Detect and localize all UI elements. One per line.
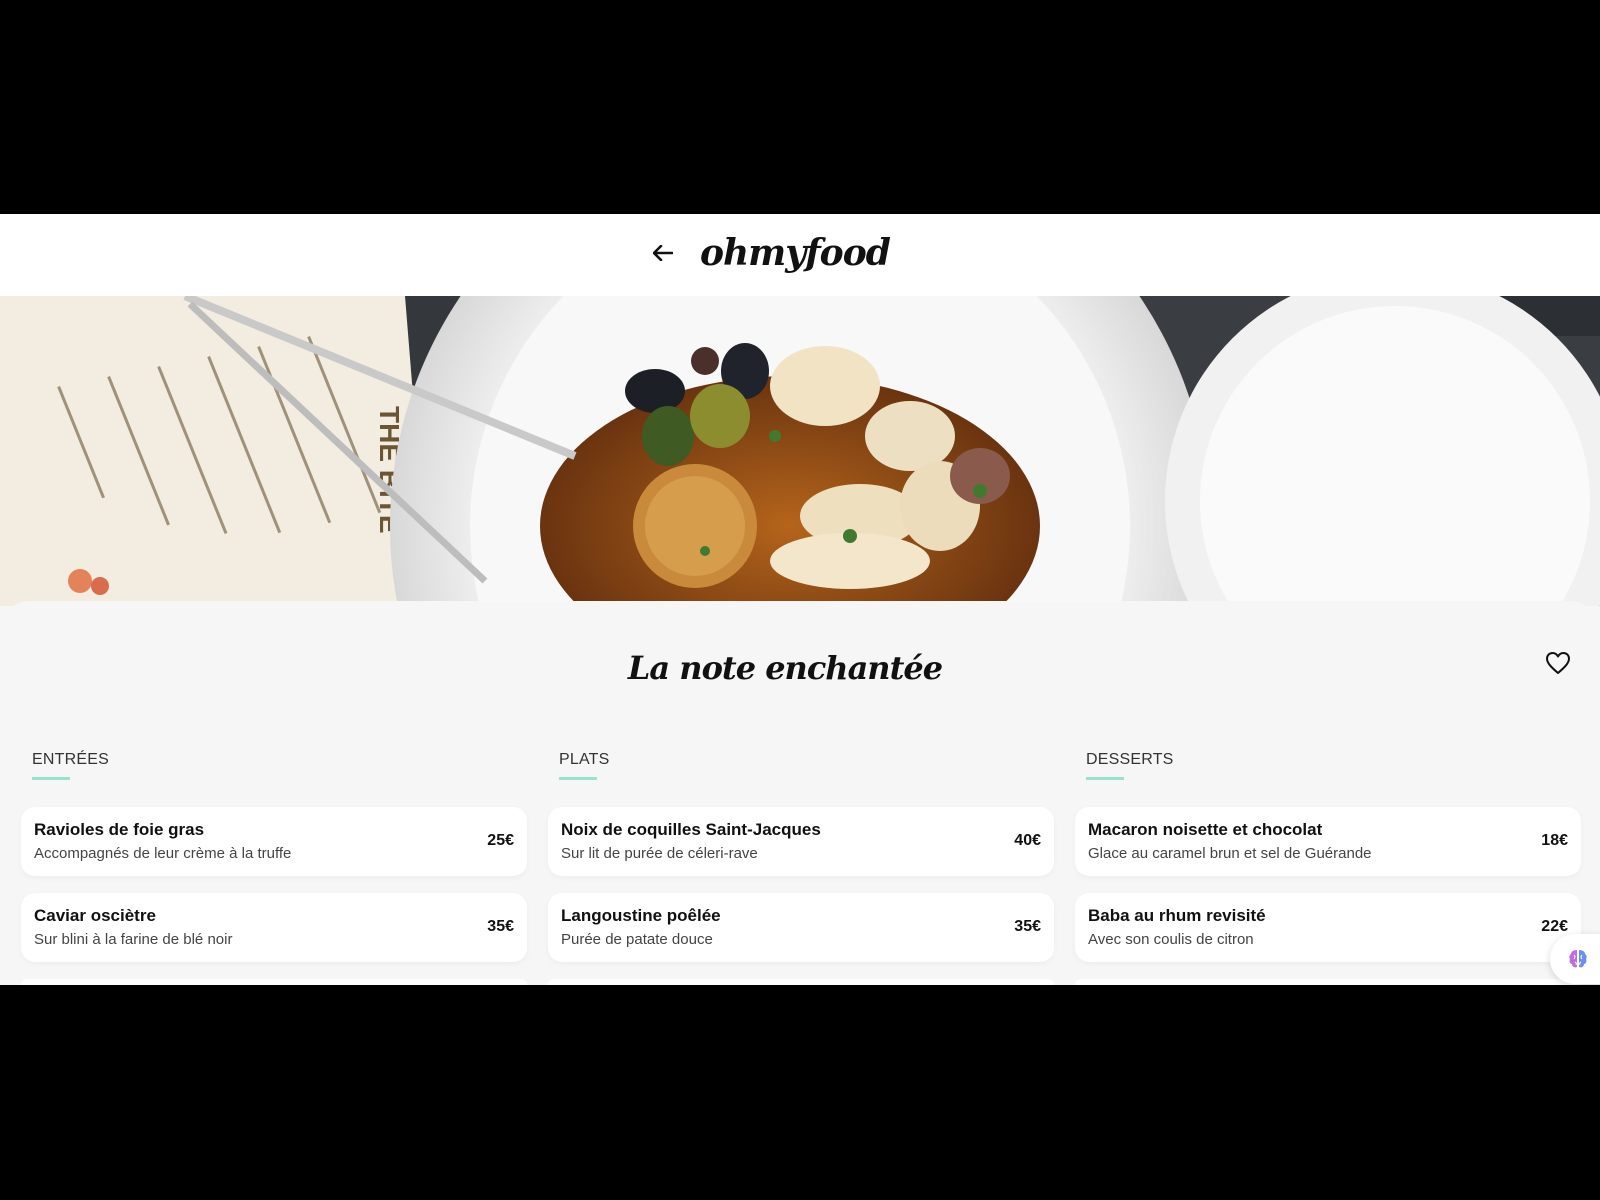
menu-column-desserts: DESSERTS Macaron noisette et chocolat Gl… (1075, 751, 1581, 985)
heading-underline (1086, 777, 1124, 780)
heart-outline-icon (1546, 652, 1570, 674)
dish-card[interactable]: Baba au rhum revisité Avec son coulis de… (1075, 893, 1581, 962)
arrow-left-icon (653, 245, 673, 261)
dish-description: Purée de patate douce (561, 931, 713, 948)
menu-column-entrees: ENTRÉES Ravioles de foie gras Accompagné… (21, 751, 527, 985)
brain-icon (1569, 950, 1587, 968)
dish-description: Sur blini à la farine de blé noir (34, 931, 233, 948)
hero-image: THE BITE (0, 296, 1600, 606)
favorite-button[interactable] (1545, 651, 1575, 679)
dish-price: 40€ (1014, 832, 1041, 849)
column-heading: PLATS (559, 751, 610, 768)
dish-description: Avec son coulis de citron (1088, 931, 1254, 948)
dish-card[interactable]: Macaron noisette et chocolat Glace au ca… (1075, 807, 1581, 876)
dish-card[interactable]: Langoustine poêlée Purée de patate douce… (548, 893, 1054, 962)
dish-name: Noix de coquilles Saint-Jacques (561, 820, 821, 839)
dish-description: Accompagnés de leur crème à la truffe (34, 845, 292, 862)
dish-card[interactable]: Caviar osciètre Sur blini à la farine de… (21, 893, 527, 962)
floating-assistant-button[interactable] (1550, 934, 1600, 984)
dish-price: 18€ (1541, 832, 1568, 849)
dish-name: Baba au rhum revisité (1088, 906, 1266, 925)
dish-price: 22€ (1541, 918, 1568, 935)
dish-card-partial[interactable] (21, 979, 527, 985)
dish-name: Ravioles de foie gras (34, 820, 205, 839)
dish-card[interactable]: Noix de coquilles Saint-Jacques Sur lit … (548, 807, 1054, 876)
column-heading: DESSERTS (1086, 751, 1174, 768)
back-button[interactable] (650, 240, 676, 266)
dish-card-partial[interactable] (1075, 979, 1581, 985)
dish-description: Sur lit de purée de céleri-rave (561, 845, 758, 862)
food-photo: THE BITE (0, 296, 1600, 606)
restaurant-content: La note enchantée ENTRÉES Ravioles de fo… (0, 601, 1600, 985)
dish-price: 35€ (1014, 918, 1041, 935)
heading-underline (32, 777, 70, 780)
dish-description: Glace au caramel brun et sel de Guérande (1088, 845, 1372, 862)
top-header: ohmyfood (0, 214, 1600, 296)
app-viewport: ohmyfood THE BITE La note enchantée ENTR… (0, 214, 1600, 985)
heading-underline (559, 777, 597, 780)
dish-price: 25€ (487, 832, 514, 849)
dish-name: Macaron noisette et chocolat (1088, 820, 1323, 839)
dish-card-partial[interactable] (548, 979, 1054, 985)
dish-name: Caviar osciètre (34, 906, 156, 925)
restaurant-title: La note enchantée (627, 649, 943, 687)
dish-name: Langoustine poêlée (561, 906, 721, 925)
dish-price: 35€ (487, 918, 514, 935)
column-heading: ENTRÉES (32, 751, 109, 768)
dish-card[interactable]: Ravioles de foie gras Accompagnés de leu… (21, 807, 527, 876)
menu-column-plats: PLATS Noix de coquilles Saint-Jacques Su… (548, 751, 1054, 985)
brand-logo[interactable]: ohmyfood (700, 232, 891, 274)
